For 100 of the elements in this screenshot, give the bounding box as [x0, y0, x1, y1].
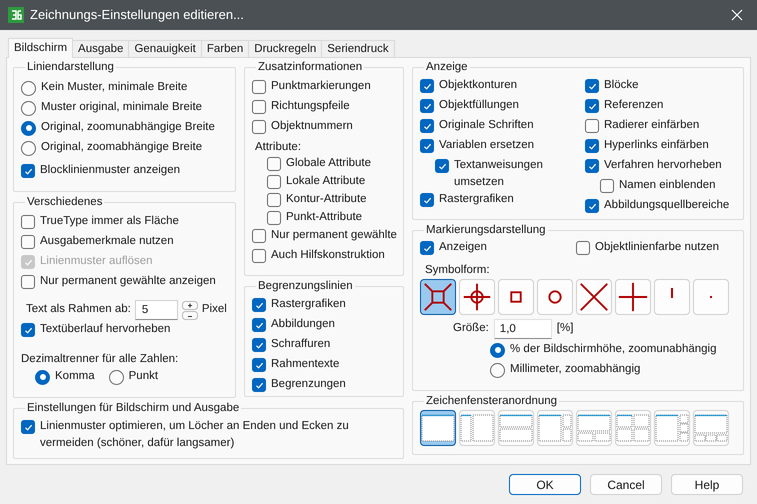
dialog-button[interactable]: OK: [509, 474, 581, 495]
checkbox-label[interactable]: Nur permanent gewählte anzeigen: [40, 273, 216, 290]
radio-button[interactable]: [21, 120, 36, 136]
checkbox[interactable]: [252, 298, 266, 312]
checkbox[interactable]: [585, 79, 599, 93]
checkbox[interactable]: [576, 241, 590, 255]
radio-label[interactable]: Komma: [55, 368, 95, 386]
minus-icon[interactable]: [182, 310, 198, 320]
checkbox-label[interactable]: Textüberlauf hervorheben: [40, 321, 170, 338]
radio-label[interactable]: % der Bildschirmhöhe, zoomunabhängig: [510, 341, 716, 359]
checkbox[interactable]: [420, 99, 434, 113]
close-icon[interactable]: [731, 9, 743, 21]
symbol-button[interactable]: [420, 279, 456, 315]
radio-label[interactable]: Muster original, minimale Breite: [41, 99, 202, 117]
checkbox[interactable]: [21, 235, 35, 249]
radio-button[interactable]: [21, 80, 36, 96]
radio-label[interactable]: Kein Muster, minimale Breite: [41, 79, 188, 97]
checkbox-label[interactable]: Referenzen: [604, 97, 664, 114]
checkbox[interactable]: [252, 229, 266, 243]
checkbox-label[interactable]: Objektnummern: [271, 118, 353, 135]
tab[interactable]: Seriendruck: [321, 40, 395, 58]
radio-button[interactable]: [21, 140, 36, 156]
checkbox[interactable]: [420, 119, 434, 133]
checkbox[interactable]: [420, 241, 434, 255]
radio-label[interactable]: Millimeter, zoomabhängig: [510, 361, 640, 379]
checkbox-label[interactable]: Lokale Attribute: [286, 173, 366, 190]
checkbox[interactable]: [267, 193, 281, 207]
spin-buttons[interactable]: [182, 300, 198, 320]
checkbox[interactable]: [21, 275, 35, 289]
checkbox[interactable]: [252, 338, 266, 352]
checkbox[interactable]: [435, 159, 449, 173]
checkbox[interactable]: [585, 139, 599, 153]
checkbox[interactable]: [21, 323, 35, 337]
checkbox[interactable]: [267, 211, 281, 225]
checkbox-label[interactable]: Schraffuren: [271, 336, 330, 353]
checkbox[interactable]: [420, 139, 434, 153]
checkbox[interactable]: [252, 378, 266, 392]
checkbox-label[interactable]: Blöcke: [604, 77, 639, 94]
checkbox-label[interactable]: Namen einblenden: [619, 177, 716, 194]
checkbox-label[interactable]: Ausgabemerkmale nutzen: [40, 233, 174, 250]
checkbox-label[interactable]: Objektlinienfarbe nutzen: [595, 239, 720, 256]
checkbox[interactable]: [585, 99, 599, 113]
checkbox-label[interactable]: Objektfüllungen: [439, 97, 519, 114]
checkbox-label[interactable]: Abbildungsquellbereiche: [604, 197, 730, 214]
checkbox-label[interactable]: Punkt-Attribute: [286, 209, 362, 226]
checkmark-icon: [438, 162, 446, 170]
checkbox[interactable]: [267, 157, 281, 171]
layout-button[interactable]: [420, 410, 456, 446]
radio-button[interactable]: [490, 362, 505, 378]
checkbox[interactable]: [585, 119, 599, 133]
checkbox[interactable]: [585, 199, 599, 213]
checkbox[interactable]: [252, 100, 266, 114]
checkbox[interactable]: [420, 193, 434, 207]
checkbox-label[interactable]: Richtungspfeile: [271, 98, 350, 115]
radio-button[interactable]: [490, 342, 505, 358]
checkbox-label[interactable]: Verfahren hervorheben: [604, 157, 722, 174]
checkbox-label[interactable]: Radierer einfärben: [604, 117, 700, 134]
checkbox-label[interactable]: Linienmuster optimieren, um Löcher an Enden und Ecken zu vermeiden (schöner, dafür langsamer): [40, 418, 361, 452]
checkbox-label[interactable]: Rastergrafiken: [439, 191, 514, 208]
checkbox-label[interactable]: Auch Hilfskonstruktion: [271, 247, 385, 264]
checkbox[interactable]: [252, 80, 266, 94]
radio-button[interactable]: [21, 100, 36, 116]
checkbox[interactable]: [252, 249, 266, 263]
checkbox-label[interactable]: Blocklinienmuster anzeigen: [40, 162, 180, 179]
checkbox-label[interactable]: Abbildungen: [271, 316, 335, 333]
checkbox-label[interactable]: Rahmentexte: [271, 356, 340, 373]
checkbox[interactable]: [420, 79, 434, 93]
radio-button[interactable]: [35, 370, 50, 384]
checkbox[interactable]: [21, 215, 35, 229]
radio-label[interactable]: Original, zoomabhängige Breite: [41, 139, 202, 157]
checkbox[interactable]: [21, 420, 35, 434]
checkbox[interactable]: [600, 179, 614, 193]
checkbox[interactable]: [267, 175, 281, 189]
checkbox-label[interactable]: Textanweisungen umsetzen: [454, 157, 550, 191]
checkbox[interactable]: [252, 318, 266, 332]
checkbox-label[interactable]: Globale Attribute: [286, 155, 372, 172]
checkbox-label[interactable]: Punktmarkierungen: [271, 78, 371, 95]
checkbox[interactable]: [252, 358, 266, 372]
tab[interactable]: Bildschirm: [8, 38, 74, 58]
checkbox[interactable]: [252, 120, 266, 134]
radio-label[interactable]: Original, zoomunabhängige Breite: [41, 119, 215, 137]
checkbox[interactable]: [21, 164, 35, 178]
checkbox-label[interactable]: Originale Schriften: [439, 117, 534, 134]
checkbox-label[interactable]: Variablen ersetzen: [439, 137, 534, 154]
checkbox-label[interactable]: Rastergrafiken: [271, 296, 346, 313]
size-field[interactable]: 1,0: [494, 319, 552, 339]
radio-label[interactable]: Punkt: [128, 368, 158, 386]
checkbox-label[interactable]: Objektkonturen: [439, 77, 517, 94]
checkbox-label[interactable]: TrueType immer als Fläche: [40, 213, 179, 230]
number-field[interactable]: 5: [134, 300, 178, 320]
checkbox[interactable]: [585, 159, 599, 173]
checkbox-label[interactable]: Nur permanent gewählte: [271, 227, 397, 244]
radio-button[interactable]: [108, 370, 124, 384]
checkbox-label[interactable]: Kontur-Attribute: [286, 191, 367, 208]
plus-icon[interactable]: [182, 300, 198, 310]
checkbox-label[interactable]: Begrenzungen: [271, 376, 346, 393]
checkbox-label[interactable]: Anzeigen: [439, 239, 487, 256]
dialog-button[interactable]: Help: [671, 474, 743, 495]
checkbox-label[interactable]: Hyperlinks einfärben: [604, 137, 709, 154]
dialog-button[interactable]: Cancel: [590, 474, 662, 495]
